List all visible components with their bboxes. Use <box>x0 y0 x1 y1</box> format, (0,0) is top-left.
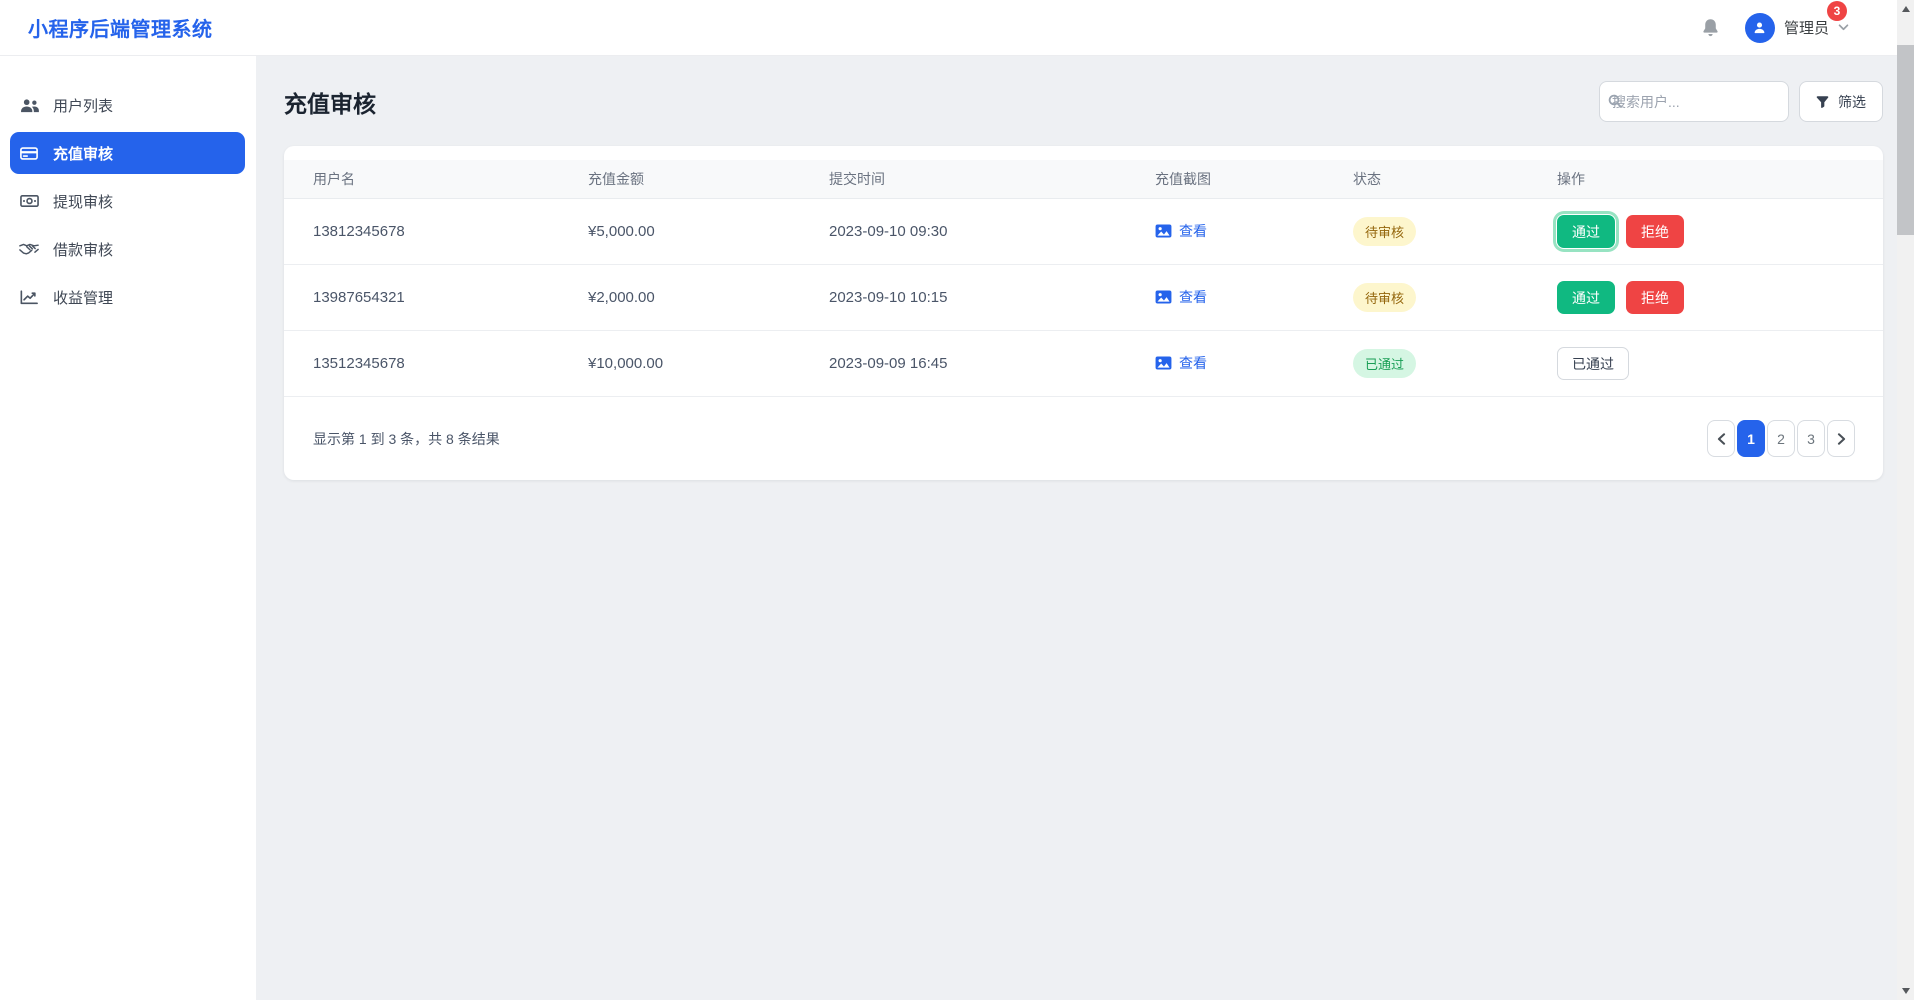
search-wrap <box>1599 81 1789 122</box>
scrollbar-thumb[interactable] <box>1897 45 1914 235</box>
filter-label: 筛选 <box>1838 92 1866 112</box>
time-cell: 2023-09-10 10:15 <box>829 289 1155 306</box>
done-button[interactable]: 已通过 <box>1557 347 1629 380</box>
sidebar-item-提现审核[interactable]: 提现审核 <box>10 180 245 222</box>
table-body: 13812345678¥5,000.002023-09-10 09:30查看待审… <box>284 199 1883 397</box>
credit-card-icon <box>18 146 40 161</box>
notification-badge: 3 <box>1827 1 1847 21</box>
username-cell: 13812345678 <box>313 223 588 240</box>
recharge-audit-card: 用户名充值金额提交时间充值截图状态操作 13812345678¥5,000.00… <box>284 146 1883 480</box>
table-row: 13812345678¥5,000.002023-09-10 09:30 查看 待审… <box>284 199 1883 265</box>
chart-line-icon <box>18 290 40 305</box>
image-icon <box>1155 224 1172 238</box>
table-header: 用户名充值金额提交时间充值截图状态操作 <box>284 160 1883 199</box>
sidebar-item-label: 收益管理 <box>53 287 113 308</box>
status-badge: 待审核 <box>1353 283 1416 312</box>
prev-page-button[interactable] <box>1707 420 1735 457</box>
amount-cell: ¥10,000.00 <box>588 355 829 372</box>
view-label: 查看 <box>1179 221 1207 241</box>
column-header: 充值金额 <box>588 169 829 189</box>
scrollbar-up-arrow[interactable] <box>1897 1 1914 17</box>
reject-button[interactable]: 拒绝 <box>1626 281 1684 314</box>
chevron-down-icon <box>1838 24 1849 31</box>
filter-icon <box>1816 96 1829 108</box>
chevron-left-icon <box>1717 433 1726 445</box>
time-cell: 2023-09-09 16:45 <box>829 355 1155 372</box>
reject-button[interactable]: 拒绝 <box>1626 215 1684 248</box>
handshake-icon <box>18 242 40 256</box>
username-cell: 13512345678 <box>313 355 588 372</box>
column-header: 用户名 <box>313 169 588 189</box>
page-button-1[interactable]: 1 <box>1737 420 1765 457</box>
sidebar-nav: 用户列表充值审核提现审核借款审核收益管理 <box>10 84 245 318</box>
sidebar-item-label: 充值审核 <box>53 143 113 164</box>
page-button-3[interactable]: 3 <box>1797 420 1825 457</box>
column-header: 充值截图 <box>1155 169 1353 189</box>
sidebar-item-充值审核[interactable]: 充值审核 <box>10 132 245 174</box>
approve-button[interactable]: 通过 <box>1557 215 1615 248</box>
money-bill-icon <box>18 194 40 208</box>
view-screenshot-link[interactable]: 查看 <box>1155 221 1207 241</box>
amount-cell: ¥5,000.00 <box>588 223 829 240</box>
search-input[interactable] <box>1599 81 1789 122</box>
page-button-2[interactable]: 2 <box>1767 420 1795 457</box>
chevron-right-icon <box>1837 433 1846 445</box>
scrollbar-down-arrow[interactable] <box>1897 983 1914 999</box>
column-header: 提交时间 <box>829 169 1155 189</box>
time-cell: 2023-09-10 09:30 <box>829 223 1155 240</box>
sidebar-item-label: 用户列表 <box>53 95 113 116</box>
top-header: 小程序后端管理系统 3 管理员 <box>0 0 1897 56</box>
table-footer: 显示第 1 到 3 条，共 8 条结果 123 <box>284 397 1883 480</box>
username-cell: 13987654321 <box>313 289 588 306</box>
pagination: 123 <box>1707 420 1855 457</box>
column-header: 操作 <box>1557 169 1855 189</box>
column-header: 状态 <box>1353 169 1557 189</box>
user-menu[interactable]: 3 管理员 <box>1745 13 1849 43</box>
scrollbar <box>1897 0 1914 1000</box>
image-icon <box>1155 290 1172 304</box>
app-title: 小程序后端管理系统 <box>28 13 213 42</box>
table-row: 13512345678¥10,000.002023-09-09 16:45 查看 已… <box>284 331 1883 397</box>
filter-button[interactable]: 筛选 <box>1799 81 1883 122</box>
user-avatar-icon <box>1752 20 1767 35</box>
sidebar-item-借款审核[interactable]: 借款审核 <box>10 228 245 270</box>
sidebar: 用户列表充值审核提现审核借款审核收益管理 <box>0 56 256 1000</box>
sidebar-item-收益管理[interactable]: 收益管理 <box>10 276 245 318</box>
sidebar-item-label: 提现审核 <box>53 191 113 212</box>
image-icon <box>1155 356 1172 370</box>
view-screenshot-link[interactable]: 查看 <box>1155 353 1207 373</box>
status-badge: 待审核 <box>1353 217 1416 246</box>
user-name: 管理员 <box>1784 17 1829 38</box>
sidebar-item-用户列表[interactable]: 用户列表 <box>10 84 245 126</box>
page-title: 充值审核 <box>284 85 376 119</box>
view-screenshot-link[interactable]: 查看 <box>1155 287 1207 307</box>
table-row: 13987654321¥2,000.002023-09-10 10:15 查看 待审… <box>284 265 1883 331</box>
status-badge: 已通过 <box>1353 349 1416 378</box>
approve-button[interactable]: 通过 <box>1557 281 1615 314</box>
main-content: 充值审核 筛选 用户名充值金额提交时间充值截图状态操作 13812345678¥… <box>256 56 1897 480</box>
view-label: 查看 <box>1179 353 1207 373</box>
sidebar-item-label: 借款审核 <box>53 239 113 260</box>
avatar <box>1745 13 1775 43</box>
users-icon <box>18 98 40 113</box>
bell-icon[interactable] <box>1702 18 1719 37</box>
amount-cell: ¥2,000.00 <box>588 289 829 306</box>
pagination-summary: 显示第 1 到 3 条，共 8 条结果 <box>313 429 500 449</box>
view-label: 查看 <box>1179 287 1207 307</box>
next-page-button[interactable] <box>1827 420 1855 457</box>
